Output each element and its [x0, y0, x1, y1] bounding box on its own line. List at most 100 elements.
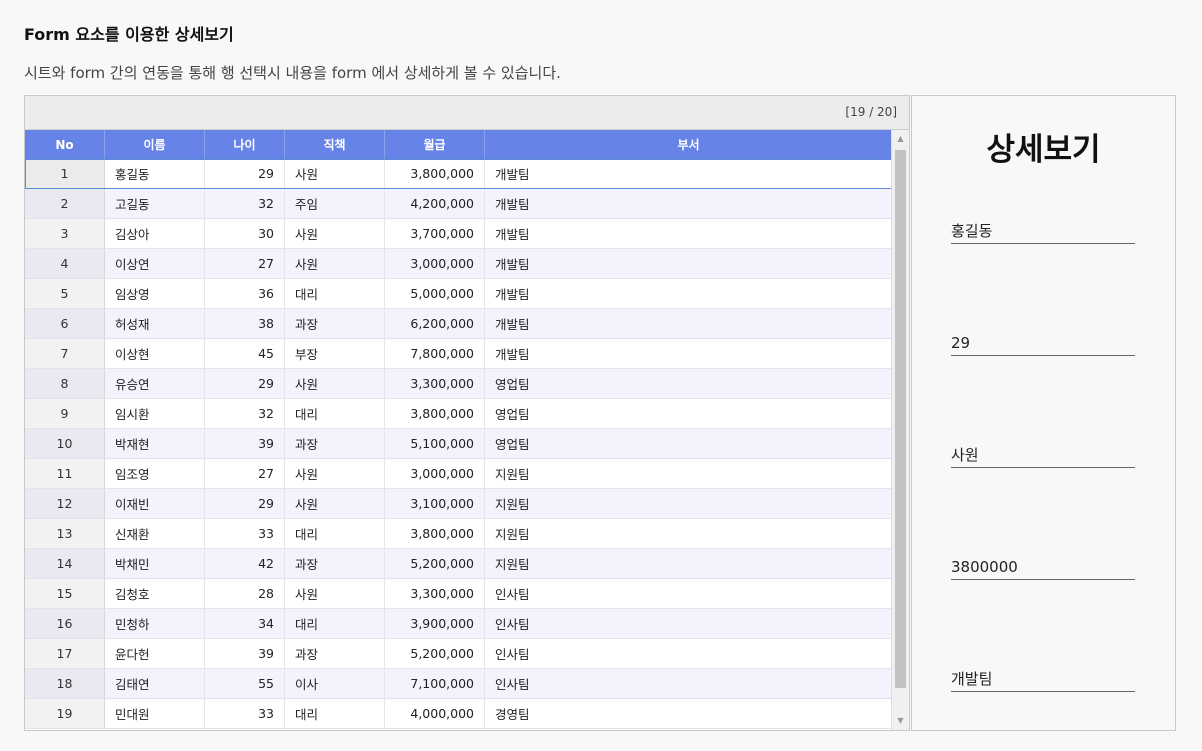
table-row[interactable]: 15 김청호 28 사원 3,300,000 인사팀: [25, 579, 892, 609]
cell-name[interactable]: 이상연: [105, 249, 205, 278]
cell-name[interactable]: 김상아: [105, 219, 205, 248]
cell-no[interactable]: 11: [25, 459, 105, 488]
cell-name[interactable]: 김청호: [105, 579, 205, 608]
table-row[interactable]: 5 임상영 36 대리 5,000,000 개발팀: [25, 279, 892, 309]
cell-salary[interactable]: 3,300,000: [385, 369, 485, 398]
cell-position[interactable]: 사원: [285, 369, 385, 398]
cell-name[interactable]: 홍길동: [105, 159, 205, 188]
table-row[interactable]: 14 박채민 42 과장 5,200,000 지원팀: [25, 549, 892, 579]
cell-name[interactable]: 이재빈: [105, 489, 205, 518]
cell-dept[interactable]: 개발팀: [485, 309, 892, 338]
detail-name-field[interactable]: 홍길동: [951, 218, 1135, 244]
cell-salary[interactable]: 5,000,000: [385, 279, 485, 308]
cell-salary[interactable]: 6,200,000: [385, 309, 485, 338]
table-row[interactable]: 3 김상아 30 사원 3,700,000 개발팀: [25, 219, 892, 249]
cell-position[interactable]: 과장: [285, 549, 385, 578]
cell-no[interactable]: 18: [25, 669, 105, 698]
cell-dept[interactable]: 지원팀: [485, 489, 892, 518]
cell-position[interactable]: 대리: [285, 609, 385, 638]
cell-no[interactable]: 8: [25, 369, 105, 398]
cell-dept[interactable]: 인사팀: [485, 609, 892, 638]
cell-age[interactable]: 27: [205, 459, 285, 488]
cell-no[interactable]: 12: [25, 489, 105, 518]
cell-position[interactable]: 과장: [285, 639, 385, 668]
cell-name[interactable]: 윤다헌: [105, 639, 205, 668]
cell-age[interactable]: 28: [205, 579, 285, 608]
cell-position[interactable]: 사원: [285, 159, 385, 188]
cell-name[interactable]: 허성재: [105, 309, 205, 338]
table-row[interactable]: 17 윤다헌 39 과장 5,200,000 인사팀: [25, 639, 892, 669]
detail-position-field[interactable]: 사원: [951, 442, 1135, 468]
table-row[interactable]: 6 허성재 38 과장 6,200,000 개발팀: [25, 309, 892, 339]
cell-dept[interactable]: 경영팀: [485, 699, 892, 728]
cell-no[interactable]: 2: [25, 189, 105, 218]
scroll-down-icon[interactable]: ▼: [892, 713, 909, 729]
cell-salary[interactable]: 5,200,000: [385, 549, 485, 578]
cell-age[interactable]: 33: [205, 519, 285, 548]
cell-dept[interactable]: 인사팀: [485, 579, 892, 608]
cell-name[interactable]: 박채민: [105, 549, 205, 578]
cell-position[interactable]: 사원: [285, 219, 385, 248]
column-header-name[interactable]: 이름: [105, 130, 205, 159]
table-row[interactable]: 2 고길동 32 주임 4,200,000 개발팀: [25, 189, 892, 219]
cell-salary[interactable]: 3,900,000: [385, 609, 485, 638]
cell-name[interactable]: 민청하: [105, 609, 205, 638]
table-row[interactable]: 1 홍길동 29 사원 3,800,000 개발팀: [25, 159, 892, 189]
cell-age[interactable]: 45: [205, 339, 285, 368]
table-row[interactable]: 8 유승연 29 사원 3,300,000 영업팀: [25, 369, 892, 399]
cell-position[interactable]: 사원: [285, 459, 385, 488]
cell-salary[interactable]: 7,100,000: [385, 669, 485, 698]
column-header-dept[interactable]: 부서: [485, 130, 892, 159]
column-header-position[interactable]: 직책: [285, 130, 385, 159]
table-row[interactable]: 10 박재현 39 과장 5,100,000 영업팀: [25, 429, 892, 459]
cell-position[interactable]: 과장: [285, 309, 385, 338]
cell-name[interactable]: 김태연: [105, 669, 205, 698]
cell-salary[interactable]: 4,200,000: [385, 189, 485, 218]
cell-salary[interactable]: 5,200,000: [385, 639, 485, 668]
vertical-scrollbar[interactable]: ▲ ▼: [891, 130, 909, 730]
cell-dept[interactable]: 개발팀: [485, 159, 892, 188]
cell-no[interactable]: 16: [25, 609, 105, 638]
cell-position[interactable]: 사원: [285, 579, 385, 608]
table-row[interactable]: 11 임조영 27 사원 3,000,000 지원팀: [25, 459, 892, 489]
table-row[interactable]: 4 이상연 27 사원 3,000,000 개발팀: [25, 249, 892, 279]
cell-name[interactable]: 유승연: [105, 369, 205, 398]
cell-age[interactable]: 33: [205, 699, 285, 728]
cell-dept[interactable]: 지원팀: [485, 459, 892, 488]
cell-salary[interactable]: 5,100,000: [385, 429, 485, 458]
cell-dept[interactable]: 개발팀: [485, 189, 892, 218]
data-sheet[interactable]: [19 / 20] No 이름 나이 직책 월급 부서 1 홍길동 29 사원 3,80…: [24, 95, 910, 731]
cell-no[interactable]: 17: [25, 639, 105, 668]
cell-position[interactable]: 이사: [285, 669, 385, 698]
cell-dept[interactable]: 지원팀: [485, 549, 892, 578]
scroll-up-icon[interactable]: ▲: [892, 131, 909, 147]
cell-name[interactable]: 박재현: [105, 429, 205, 458]
cell-dept[interactable]: 개발팀: [485, 249, 892, 278]
cell-age[interactable]: 39: [205, 429, 285, 458]
cell-age[interactable]: 42: [205, 549, 285, 578]
cell-no[interactable]: 10: [25, 429, 105, 458]
column-header-age[interactable]: 나이: [205, 130, 285, 159]
cell-dept[interactable]: 영업팀: [485, 429, 892, 458]
cell-position[interactable]: 사원: [285, 249, 385, 278]
cell-no[interactable]: 19: [25, 699, 105, 728]
cell-age[interactable]: 32: [205, 189, 285, 218]
cell-no[interactable]: 3: [25, 219, 105, 248]
cell-dept[interactable]: 인사팀: [485, 669, 892, 698]
cell-dept[interactable]: 지원팀: [485, 519, 892, 548]
cell-age[interactable]: 27: [205, 249, 285, 278]
cell-salary[interactable]: 3,800,000: [385, 399, 485, 428]
table-row[interactable]: 12 이재빈 29 사원 3,100,000 지원팀: [25, 489, 892, 519]
cell-no[interactable]: 4: [25, 249, 105, 278]
column-header-no[interactable]: No: [25, 130, 105, 159]
cell-dept[interactable]: 영업팀: [485, 369, 892, 398]
table-row[interactable]: 18 김태연 55 이사 7,100,000 인사팀: [25, 669, 892, 699]
cell-age[interactable]: 55: [205, 669, 285, 698]
cell-age[interactable]: 29: [205, 369, 285, 398]
cell-position[interactable]: 사원: [285, 489, 385, 518]
cell-name[interactable]: 임상영: [105, 279, 205, 308]
cell-position[interactable]: 주임: [285, 189, 385, 218]
cell-no[interactable]: 14: [25, 549, 105, 578]
cell-dept[interactable]: 인사팀: [485, 639, 892, 668]
cell-no[interactable]: 6: [25, 309, 105, 338]
